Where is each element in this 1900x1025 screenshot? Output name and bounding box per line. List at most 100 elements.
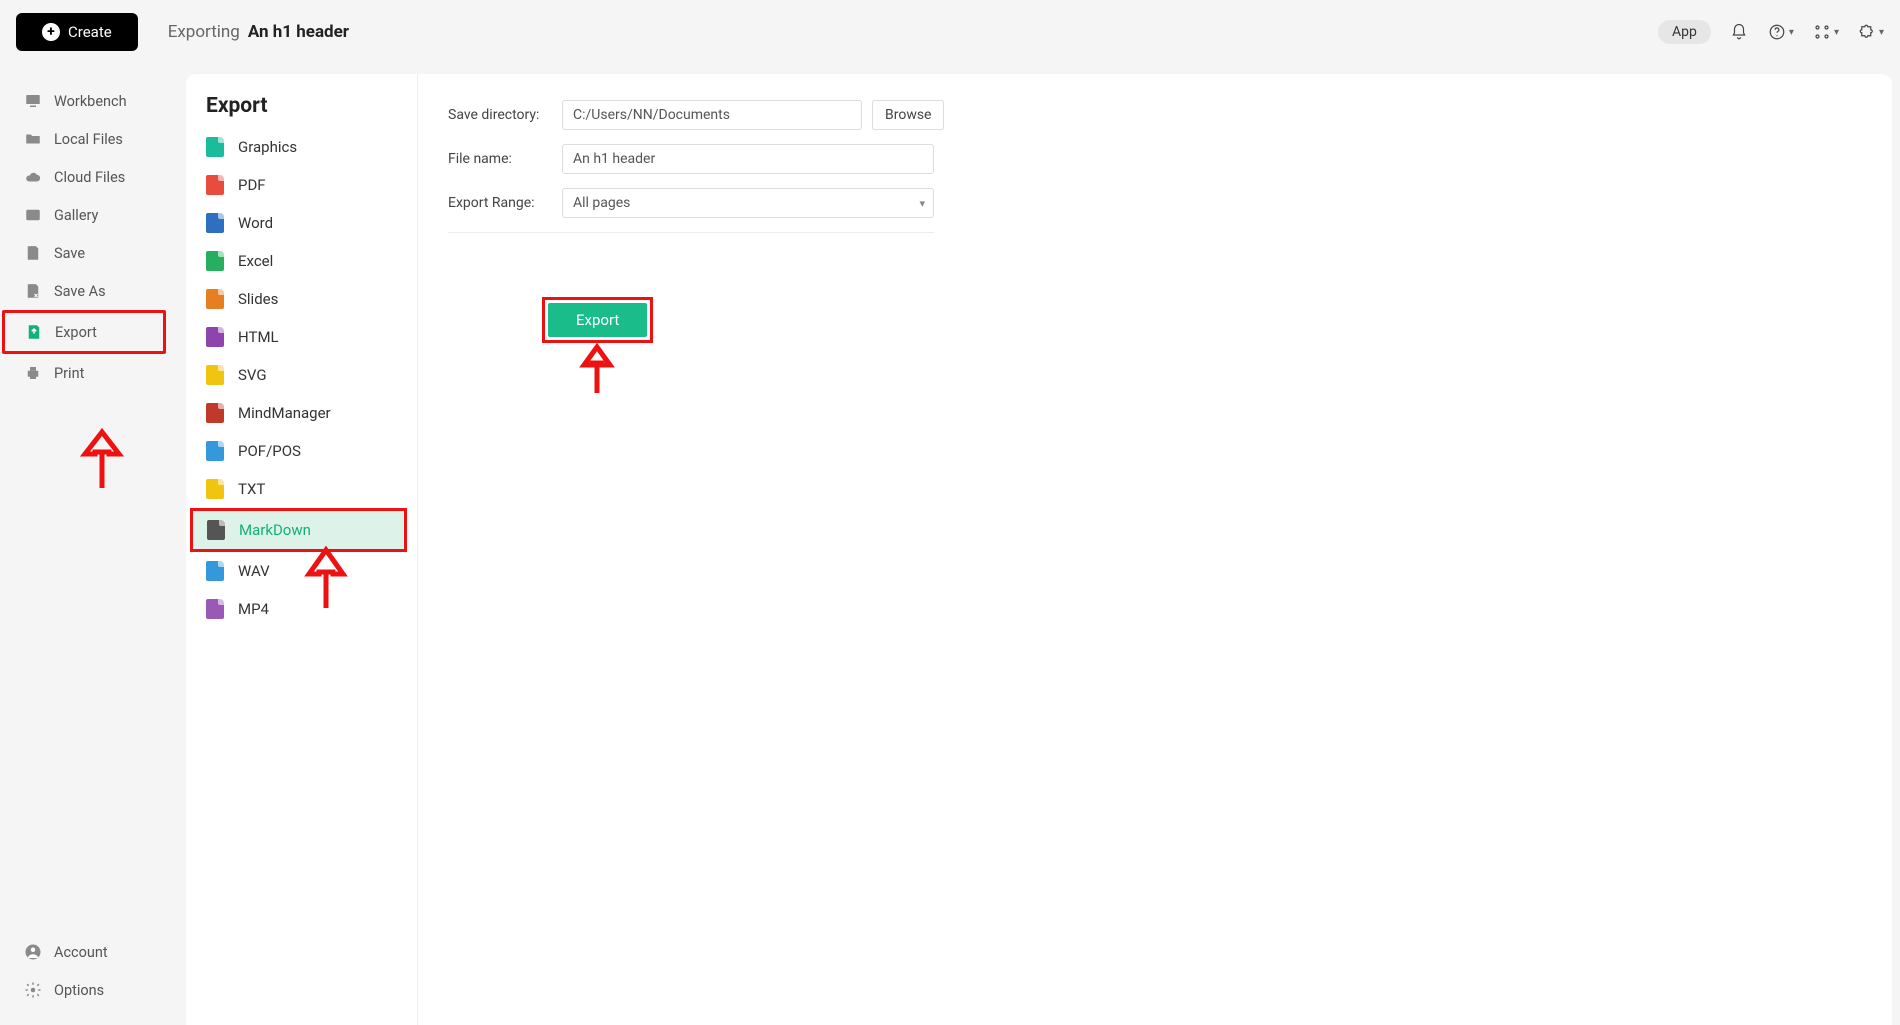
format-item-slides[interactable]: Slides xyxy=(186,280,411,318)
folder-icon xyxy=(24,130,42,148)
format-label: SVG xyxy=(238,366,267,384)
sidebar-item-account[interactable]: Account xyxy=(0,933,172,971)
gallery-icon xyxy=(24,206,42,224)
format-item-mindmanager[interactable]: MindManager xyxy=(186,394,411,432)
format-item-html[interactable]: HTML xyxy=(186,318,411,356)
file-icon xyxy=(206,175,224,195)
file-icon xyxy=(206,365,224,385)
sidebar-item-cloud-files[interactable]: Cloud Files xyxy=(0,158,172,196)
format-label: POF/POS xyxy=(238,442,301,460)
format-label: WAV xyxy=(238,562,270,580)
format-item-wav[interactable]: WAV xyxy=(186,552,411,590)
format-label: MindManager xyxy=(238,404,331,422)
account-icon xyxy=(24,943,42,961)
breadcrumb: Exporting An h1 header xyxy=(168,22,349,42)
export-range-label: Export Range: xyxy=(448,195,552,211)
chevron-down-icon[interactable]: ▾ xyxy=(1834,27,1839,38)
print-icon xyxy=(24,364,42,382)
file-name-input[interactable] xyxy=(562,144,934,174)
sidebar: Workbench Local Files Cloud Files Gallery Sa… xyxy=(0,64,172,1025)
settings-column: Save directory: Browse File name: Export… xyxy=(418,74,1892,1025)
format-label: Word xyxy=(238,214,273,232)
sidebar-item-save-as[interactable]: Save As xyxy=(0,272,172,310)
format-label: MP4 xyxy=(238,600,269,618)
file-icon xyxy=(206,441,224,461)
sidebar-item-label: Export xyxy=(55,324,97,341)
sidebar-item-gallery[interactable]: Gallery xyxy=(0,196,172,234)
format-item-pdf[interactable]: PDF xyxy=(186,166,411,204)
sidebar-item-label: Cloud Files xyxy=(54,169,125,186)
format-column: Export Graphics PDF Word Excel Slides HTML SVG… xyxy=(186,74,418,1025)
breadcrumb-doc-title: An h1 header xyxy=(248,22,349,42)
sidebar-item-label: Options xyxy=(54,982,104,999)
chevron-down-icon[interactable]: ▾ xyxy=(1789,27,1794,38)
chevron-down-icon[interactable]: ▾ xyxy=(1879,27,1884,38)
format-item-pof-pos[interactable]: POF/POS xyxy=(186,432,411,470)
format-item-txt[interactable]: TXT xyxy=(186,470,411,508)
sidebar-item-label: Gallery xyxy=(54,207,98,224)
format-item-markdown[interactable]: MarkDown xyxy=(190,508,407,552)
format-item-mp4[interactable]: MP4 xyxy=(186,590,411,628)
format-label: PDF xyxy=(238,176,266,194)
create-button[interactable]: + Create xyxy=(16,13,138,51)
format-label: Excel xyxy=(238,252,273,270)
format-label: Slides xyxy=(238,290,278,308)
file-icon xyxy=(206,403,224,423)
arrow-annotation xyxy=(582,347,612,397)
file-icon xyxy=(206,289,224,309)
format-item-excel[interactable]: Excel xyxy=(186,242,411,280)
format-label: Graphics xyxy=(238,138,297,156)
puzzle-icon[interactable] xyxy=(1857,22,1877,42)
export-panel: Export Graphics PDF Word Excel Slides HTML SVG… xyxy=(186,74,1892,1025)
file-icon xyxy=(206,599,224,619)
save-dir-input[interactable] xyxy=(562,100,862,130)
file-icon xyxy=(206,213,224,233)
help-icon[interactable] xyxy=(1767,22,1787,42)
export-range-select[interactable]: All pages xyxy=(562,188,934,218)
export-button[interactable]: Export xyxy=(548,303,647,337)
save-icon xyxy=(24,244,42,262)
sidebar-item-local-files[interactable]: Local Files xyxy=(0,120,172,158)
topbar-right: App ▾ ▾ ▾ xyxy=(1658,20,1884,44)
file-icon xyxy=(206,137,224,157)
grid-icon[interactable] xyxy=(1812,22,1832,42)
breadcrumb-prefix: Exporting xyxy=(168,22,240,42)
file-icon xyxy=(206,561,224,581)
sidebar-item-label: Local Files xyxy=(54,131,123,148)
divider xyxy=(448,232,934,233)
sidebar-item-workbench[interactable]: Workbench xyxy=(0,82,172,120)
plus-icon: + xyxy=(42,23,60,41)
bell-icon[interactable] xyxy=(1729,22,1749,42)
save-dir-label: Save directory: xyxy=(448,107,552,123)
export-range-value: All pages xyxy=(573,195,630,211)
sidebar-item-label: Print xyxy=(54,365,84,382)
sidebar-item-export[interactable]: Export xyxy=(2,310,166,354)
workbench-icon xyxy=(24,92,42,110)
format-label: HTML xyxy=(238,328,279,346)
sidebar-item-label: Workbench xyxy=(54,93,127,110)
sidebar-item-label: Account xyxy=(54,944,108,961)
file-name-label: File name: xyxy=(448,151,552,167)
file-icon xyxy=(207,520,225,540)
sidebar-item-save[interactable]: Save xyxy=(0,234,172,272)
export-title: Export xyxy=(186,94,411,128)
arrow-annotation xyxy=(82,432,122,492)
sidebar-item-print[interactable]: Print xyxy=(0,354,172,392)
app-chip[interactable]: App xyxy=(1658,20,1711,44)
format-label: MarkDown xyxy=(239,521,311,539)
cloud-icon xyxy=(24,168,42,186)
export-icon xyxy=(25,323,43,341)
sidebar-item-label: Save xyxy=(54,245,85,262)
format-item-word[interactable]: Word xyxy=(186,204,411,242)
format-label: TXT xyxy=(238,480,265,498)
file-icon xyxy=(206,479,224,499)
sidebar-item-label: Save As xyxy=(54,283,106,300)
format-item-svg[interactable]: SVG xyxy=(186,356,411,394)
save-as-icon xyxy=(24,282,42,300)
browse-button[interactable]: Browse xyxy=(872,100,944,130)
sidebar-item-options[interactable]: Options xyxy=(0,971,172,1009)
topbar: + Create Exporting An h1 header App ▾ xyxy=(0,0,1900,64)
gear-icon xyxy=(24,981,42,999)
file-icon xyxy=(206,327,224,347)
format-item-graphics[interactable]: Graphics xyxy=(186,128,411,166)
